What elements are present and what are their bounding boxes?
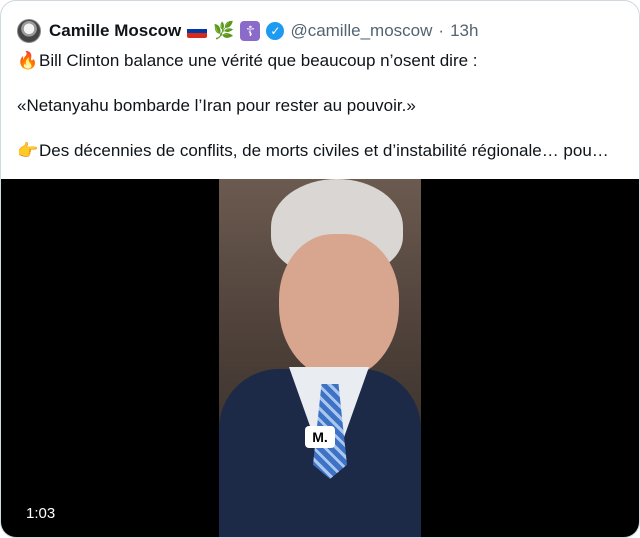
video-frame: M. [219,179,421,537]
person-face [279,234,399,379]
timestamp[interactable]: 13h [450,21,478,41]
tweet-line-3: 👉Des décennies de conflits, de morts civ… [17,140,625,162]
tweet-header: Camille Moscow 🌿 ☦ ✓ @camille_moscow · 1… [17,17,478,45]
verified-badge-icon[interactable]: ✓ [266,22,285,40]
separator-dot: · [438,21,445,40]
video-duration: 1:03 [26,505,56,522]
author-name[interactable]: Camille Moscow [49,21,181,41]
video-player[interactable]: M. 1:03 [1,179,639,537]
pointing-hand-emoji-icon: 👉 [17,141,39,160]
tweet-text-3: Des décennies de conflits, de morts civi… [39,141,609,160]
fire-emoji-icon: 🔥 [17,51,39,70]
tweet-line-1: 🔥Bill Clinton balance une vérité que bea… [17,50,625,72]
video-watermark: M. [305,426,335,448]
tweet-card[interactable]: Camille Moscow 🌿 ☦ ✓ @camille_moscow · 1… [0,0,640,538]
author-handle[interactable]: @camille_moscow [290,21,432,41]
olive-branch-icon: 🌿 [213,21,235,40]
russia-flag-icon [187,24,208,38]
tweet-line-2: «Netanyahu bombarde l’Iran pour rester a… [17,96,416,115]
tweet-text-1: Bill Clinton balance une vérité que beau… [39,51,478,70]
avatar[interactable] [17,19,41,43]
orthodox-cross-icon: ☦ [240,21,261,41]
